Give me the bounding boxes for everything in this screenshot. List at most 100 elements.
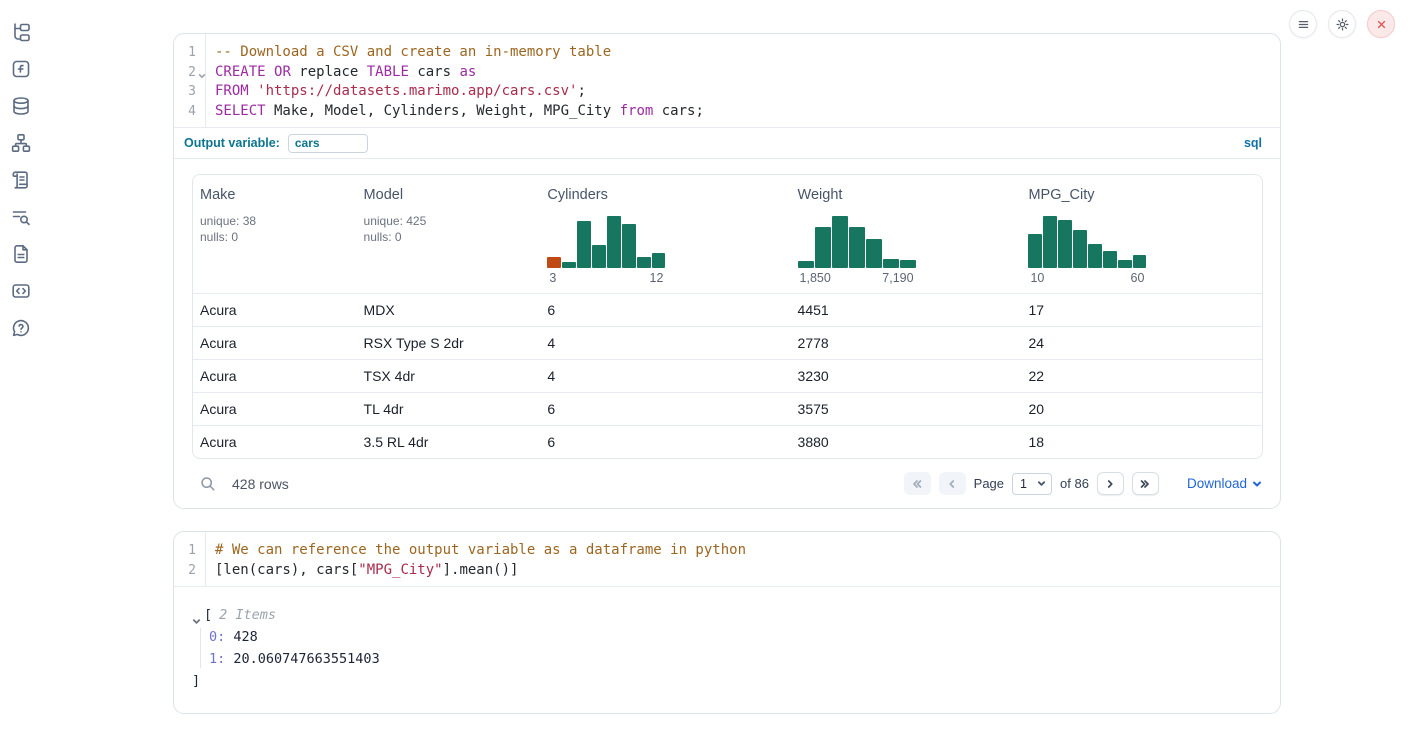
next-page-button[interactable] bbox=[1097, 472, 1124, 495]
table-cell: 4451 bbox=[791, 302, 1022, 318]
collapse-chevron-icon[interactable] bbox=[192, 611, 201, 620]
column-name: Model bbox=[364, 187, 533, 203]
download-label: Download bbox=[1187, 476, 1247, 491]
items-count-label: 2 Items bbox=[219, 604, 276, 626]
page-label: Page bbox=[974, 476, 1004, 491]
topbar bbox=[1289, 10, 1395, 38]
close-icon bbox=[1374, 17, 1389, 32]
column-stat: nulls: 0 bbox=[200, 229, 349, 245]
bracket-open: [ bbox=[204, 604, 212, 626]
code-token: TABLE bbox=[367, 64, 409, 80]
code-token: OR bbox=[274, 64, 291, 80]
histogram-bar bbox=[577, 221, 591, 268]
line-number: 3 bbox=[174, 82, 196, 102]
output-variable-input[interactable] bbox=[288, 134, 368, 153]
table-body: AcuraMDX6445117AcuraRSX Type S 2dr427782… bbox=[193, 293, 1262, 458]
functions-icon[interactable] bbox=[11, 59, 31, 79]
table-cell: Acura bbox=[193, 302, 357, 318]
histogram-bar bbox=[607, 216, 621, 268]
file-tree-icon[interactable] bbox=[11, 22, 31, 42]
tree-entry-value: 428 bbox=[225, 629, 258, 645]
output-variable-label: Output variable: bbox=[184, 136, 280, 150]
code-text: -- Download a CSV and create an in-memor… bbox=[196, 43, 611, 63]
output-tree: [ 2 Items 0: 4281: 20.060747663551403 ] bbox=[174, 586, 1280, 713]
histogram-bar bbox=[547, 257, 561, 268]
histogram-bar bbox=[652, 253, 666, 268]
table-cell: 2778 bbox=[791, 335, 1022, 351]
column-header-model[interactable]: Modelunique: 425nulls: 0 bbox=[357, 187, 541, 285]
database-icon[interactable] bbox=[11, 96, 31, 116]
column-name: Make bbox=[200, 187, 349, 203]
code-token: SELECT bbox=[215, 103, 266, 119]
tree-entry: 0: 428 bbox=[209, 626, 1260, 648]
bracket-close: ] bbox=[192, 670, 1260, 692]
histogram-bar bbox=[1103, 251, 1117, 268]
first-page-button[interactable] bbox=[904, 472, 931, 495]
column-header-mpg_city[interactable]: MPG_City1060 bbox=[1021, 187, 1262, 285]
histogram-bar bbox=[1133, 255, 1147, 268]
fold-chevron-icon[interactable] bbox=[198, 67, 206, 75]
menu-button[interactable] bbox=[1289, 10, 1317, 38]
axis-min-label: 3 bbox=[549, 271, 556, 285]
tree-entry-key: 1: bbox=[209, 651, 225, 667]
table-cell: 22 bbox=[1021, 368, 1262, 384]
dependency-graph-icon[interactable] bbox=[11, 133, 31, 153]
tree-entry-key: 0: bbox=[209, 629, 225, 645]
line-number: 1 bbox=[174, 43, 196, 63]
last-page-button[interactable] bbox=[1132, 472, 1159, 495]
table-cell: Acura bbox=[193, 335, 357, 351]
table-cell: 17 bbox=[1021, 302, 1262, 318]
code-text: SELECT Make, Model, Cylinders, Weight, M… bbox=[196, 102, 704, 122]
table-row[interactable]: AcuraMDX6445117 bbox=[193, 293, 1262, 326]
table-cell: 6 bbox=[540, 302, 790, 318]
download-button[interactable]: Download bbox=[1187, 476, 1262, 491]
table-header-row: Makeunique: 38nulls: 0Modelunique: 425nu… bbox=[193, 175, 1262, 293]
table-cell: 6 bbox=[540, 434, 790, 450]
histogram-bar bbox=[1058, 220, 1072, 268]
python-editor[interactable]: 1# We can reference the output variable … bbox=[174, 532, 1280, 586]
table-row[interactable]: AcuraRSX Type S 2dr4277824 bbox=[193, 326, 1262, 359]
histogram-bars bbox=[1028, 216, 1146, 268]
table-row[interactable]: AcuraTL 4dr6357520 bbox=[193, 392, 1262, 425]
code-token: CREATE bbox=[215, 64, 266, 80]
scratchpad-icon[interactable] bbox=[11, 170, 31, 190]
code-token: cars bbox=[409, 64, 460, 80]
histogram-bar bbox=[1118, 260, 1132, 268]
histogram-bar bbox=[900, 260, 916, 268]
documentation-icon[interactable] bbox=[11, 244, 31, 264]
search-icon[interactable] bbox=[200, 476, 216, 492]
code-token: from bbox=[620, 103, 654, 119]
table-cell: Acura bbox=[193, 368, 357, 384]
table-output: Makeunique: 38nulls: 0Modelunique: 425nu… bbox=[174, 158, 1280, 508]
code-line: 2[len(cars), cars["MPG_City"].mean()] bbox=[174, 561, 1280, 581]
histogram-bar bbox=[622, 224, 636, 268]
logs-search-icon[interactable] bbox=[11, 207, 31, 227]
histogram-bars bbox=[798, 216, 916, 268]
page-select-value: 1 bbox=[1020, 477, 1027, 491]
histogram-bar bbox=[1043, 216, 1057, 268]
settings-button[interactable] bbox=[1328, 10, 1356, 38]
shutdown-button[interactable] bbox=[1367, 10, 1395, 38]
histogram-bar bbox=[1088, 244, 1102, 268]
output-variable-row: Output variable: sql bbox=[174, 127, 1280, 158]
code-token bbox=[249, 83, 257, 99]
sql-editor[interactable]: 1-- Download a CSV and create an in-memo… bbox=[174, 34, 1280, 127]
histogram-bar bbox=[849, 227, 865, 268]
help-icon[interactable] bbox=[11, 318, 31, 338]
column-header-make[interactable]: Makeunique: 38nulls: 0 bbox=[193, 187, 357, 285]
line-number: 4 bbox=[174, 102, 196, 122]
axis-max-label: 12 bbox=[650, 271, 664, 285]
code-line: 1-- Download a CSV and create an in-memo… bbox=[174, 43, 1280, 63]
table-row[interactable]: Acura3.5 RL 4dr6388018 bbox=[193, 425, 1262, 458]
table-row[interactable]: AcuraTSX 4dr4323022 bbox=[193, 359, 1262, 392]
table-cell: 3230 bbox=[791, 368, 1022, 384]
histogram-axis-labels: 1,8507,190 bbox=[798, 271, 916, 285]
snippets-icon[interactable] bbox=[11, 281, 31, 301]
notebook: 1-- Download a CSV and create an in-memo… bbox=[173, 0, 1281, 714]
page-select[interactable]: 1 bbox=[1012, 473, 1052, 495]
column-header-weight[interactable]: Weight1,8507,190 bbox=[791, 187, 1022, 285]
column-header-cylinders[interactable]: Cylinders312 bbox=[540, 187, 790, 285]
code-line: 2CREATE OR replace TABLE cars as bbox=[174, 63, 1280, 83]
histogram-bar bbox=[832, 216, 848, 268]
previous-page-button[interactable] bbox=[939, 472, 966, 495]
